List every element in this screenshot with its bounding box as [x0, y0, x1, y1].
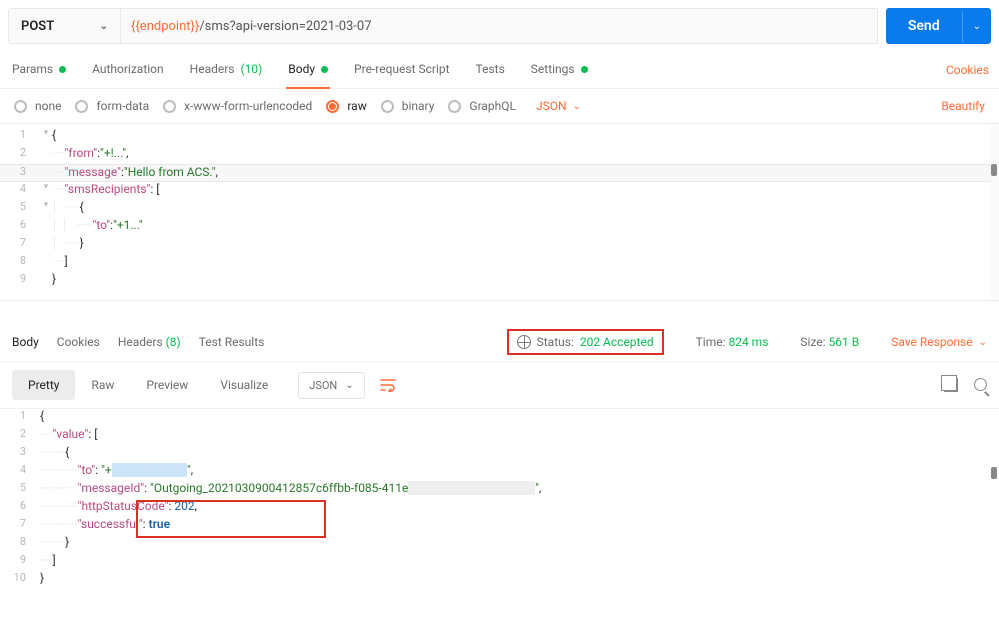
indicator-dot-icon	[581, 66, 588, 73]
cookies-link[interactable]: Cookies	[946, 63, 989, 77]
bodytype-raw[interactable]: raw	[326, 99, 366, 113]
response-tab-headers[interactable]: Headers (8)	[118, 329, 181, 355]
tab-params[interactable]: Params	[10, 52, 68, 88]
chevron-down-icon: ⌄	[979, 337, 987, 348]
send-button[interactable]: Send ⌄	[886, 8, 991, 44]
bodytype-graphql[interactable]: GraphQL	[448, 99, 516, 113]
http-method-value: POST	[21, 19, 54, 34]
globe-icon[interactable]	[517, 335, 531, 349]
fold-icon[interactable]: ▾	[40, 200, 52, 210]
chevron-down-icon: ⌄	[573, 101, 581, 112]
radio-icon	[448, 100, 461, 113]
tab-tests[interactable]: Tests	[474, 52, 507, 88]
tab-authorization[interactable]: Authorization	[90, 52, 166, 88]
chevron-down-icon: ⌄	[100, 21, 108, 32]
response-tab-body[interactable]: Body	[12, 329, 39, 355]
save-response-button[interactable]: Save Response⌄	[891, 335, 987, 349]
radio-selected-icon	[326, 100, 339, 113]
fold-icon[interactable]: ▾	[40, 182, 52, 192]
bodytype-urlencoded[interactable]: x-www-form-urlencoded	[163, 99, 312, 113]
chevron-down-icon[interactable]: ⌄	[962, 11, 991, 42]
bodytype-formdata[interactable]: form-data	[75, 99, 149, 113]
viewer-tab-visualize[interactable]: Visualize	[204, 370, 284, 400]
tab-settings[interactable]: Settings	[529, 52, 590, 88]
viewer-tab-raw[interactable]: Raw	[75, 370, 130, 400]
body-language-dropdown[interactable]: JSON⌄	[536, 99, 581, 113]
wrap-lines-button[interactable]	[375, 372, 401, 398]
scroll-handle[interactable]	[991, 164, 997, 176]
response-tab-cookies[interactable]: Cookies	[57, 329, 100, 355]
radio-icon	[381, 100, 394, 113]
redacted-phone: XXXXXXXXXX	[112, 463, 187, 477]
status-highlight-box: Status: 202 Accepted	[507, 329, 664, 355]
search-icon[interactable]	[974, 378, 987, 392]
tab-prerequest-script[interactable]: Pre-request Script	[352, 52, 451, 88]
viewer-tab-preview[interactable]: Preview	[130, 370, 204, 400]
radio-icon	[14, 100, 27, 113]
request-body-editor[interactable]: 1▾{ 2····"from":"+!...", 3····"message":…	[0, 123, 999, 301]
url-input[interactable]: {{endpoint}}/sms?api-version=2021-03-07	[120, 8, 878, 44]
response-time: Time: 824 ms	[696, 335, 769, 349]
radio-icon	[163, 100, 176, 113]
radio-icon	[75, 100, 88, 113]
scrollbar-track	[991, 124, 999, 300]
copy-icon[interactable]	[944, 378, 958, 392]
http-method-select[interactable]: POST ⌄	[8, 8, 120, 44]
fold-icon[interactable]: ▾	[40, 128, 52, 138]
scroll-handle[interactable]	[991, 467, 997, 479]
viewer-language-dropdown[interactable]: JSON⌄	[298, 372, 364, 399]
tab-headers[interactable]: Headers (10)	[188, 52, 265, 88]
response-tab-testresults[interactable]: Test Results	[199, 329, 265, 355]
url-template-var: {{endpoint}}	[131, 19, 199, 34]
viewer-tab-pretty[interactable]: Pretty	[12, 370, 75, 400]
indicator-dot-icon	[59, 66, 66, 73]
bodytype-binary[interactable]: binary	[381, 99, 435, 113]
tab-body[interactable]: Body	[286, 52, 330, 88]
indicator-dot-icon	[321, 66, 328, 73]
response-size: Size: 561 B	[800, 335, 859, 349]
url-path: /sms?api-version=2021-03-07	[199, 19, 371, 34]
bodytype-none[interactable]: none	[14, 99, 61, 113]
response-body-viewer[interactable]: 1{ 2····"value": [ 3········{ 4·········…	[0, 409, 999, 607]
beautify-link[interactable]: Beautify	[941, 99, 985, 113]
chevron-down-icon: ⌄	[345, 380, 353, 391]
redacted-id: -XXXX-XXXXXXXXXXXX	[408, 481, 535, 495]
